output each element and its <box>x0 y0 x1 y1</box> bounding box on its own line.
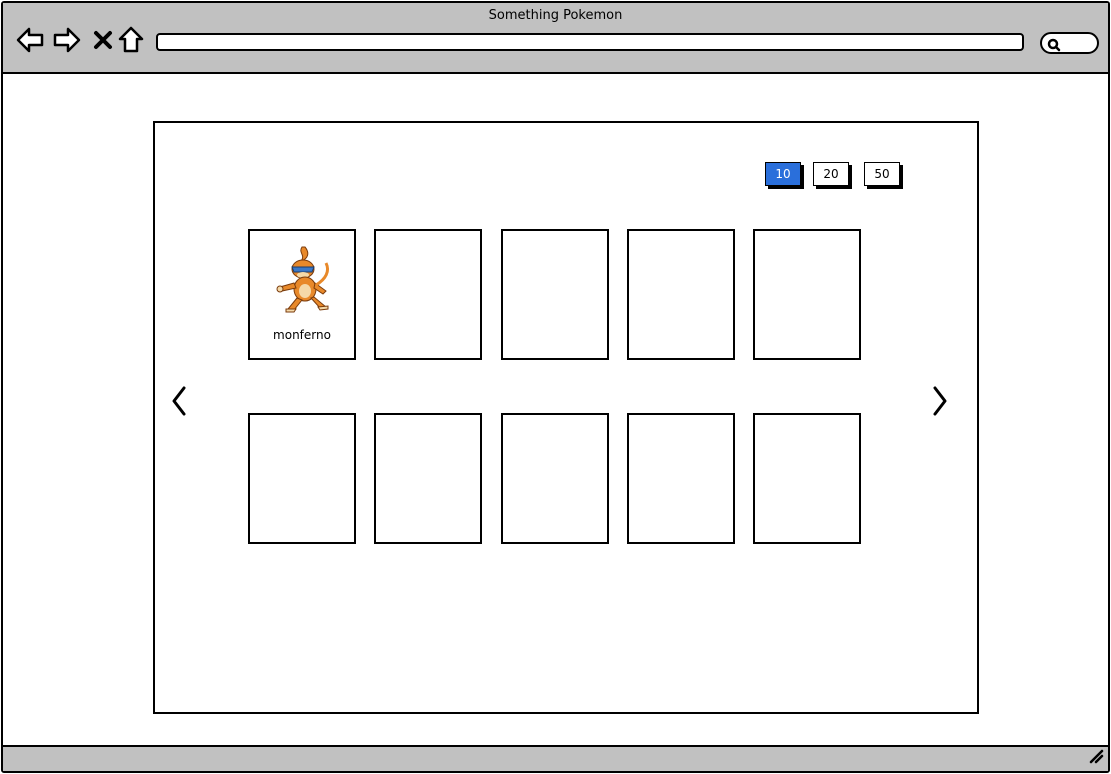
pokemon-card[interactable] <box>627 229 735 360</box>
page-size-50-button[interactable]: 50 <box>864 162 900 186</box>
home-icon <box>118 26 144 53</box>
chevron-right-icon <box>933 386 947 416</box>
pokemon-card[interactable] <box>501 229 609 360</box>
pokemon-name: monferno <box>273 328 331 342</box>
pokemon-card[interactable]: monferno <box>248 229 356 360</box>
previous-page-button[interactable] <box>167 385 191 417</box>
forward-arrow-icon <box>53 27 81 53</box>
pokemon-card[interactable] <box>753 229 861 360</box>
home-button[interactable] <box>116 25 146 55</box>
pokemon-card[interactable] <box>627 413 735 544</box>
resize-grip-icon[interactable] <box>1088 748 1104 768</box>
back-button[interactable] <box>15 25 45 55</box>
next-page-button[interactable] <box>928 385 952 417</box>
address-bar[interactable] <box>156 33 1024 51</box>
status-bar <box>3 745 1108 771</box>
search-icon <box>1047 37 1061 56</box>
pokemon-sprite <box>276 246 330 313</box>
stop-button[interactable] <box>88 25 118 55</box>
pokemon-card[interactable] <box>753 413 861 544</box>
page-size-20-button[interactable]: 20 <box>813 162 849 186</box>
search-input[interactable] <box>1040 32 1099 54</box>
pokemon-card[interactable] <box>501 413 609 544</box>
pokemon-card[interactable] <box>374 413 482 544</box>
window-title: Something Pokemon <box>488 8 623 23</box>
forward-button[interactable] <box>52 25 82 55</box>
back-arrow-icon <box>16 27 44 53</box>
close-icon <box>94 31 112 49</box>
pokemon-card[interactable] <box>248 413 356 544</box>
page-size-10-button[interactable]: 10 <box>765 162 801 186</box>
chevron-left-icon <box>172 386 186 416</box>
pokemon-card[interactable] <box>374 229 482 360</box>
title-bar: Something Pokemon <box>3 3 1108 74</box>
